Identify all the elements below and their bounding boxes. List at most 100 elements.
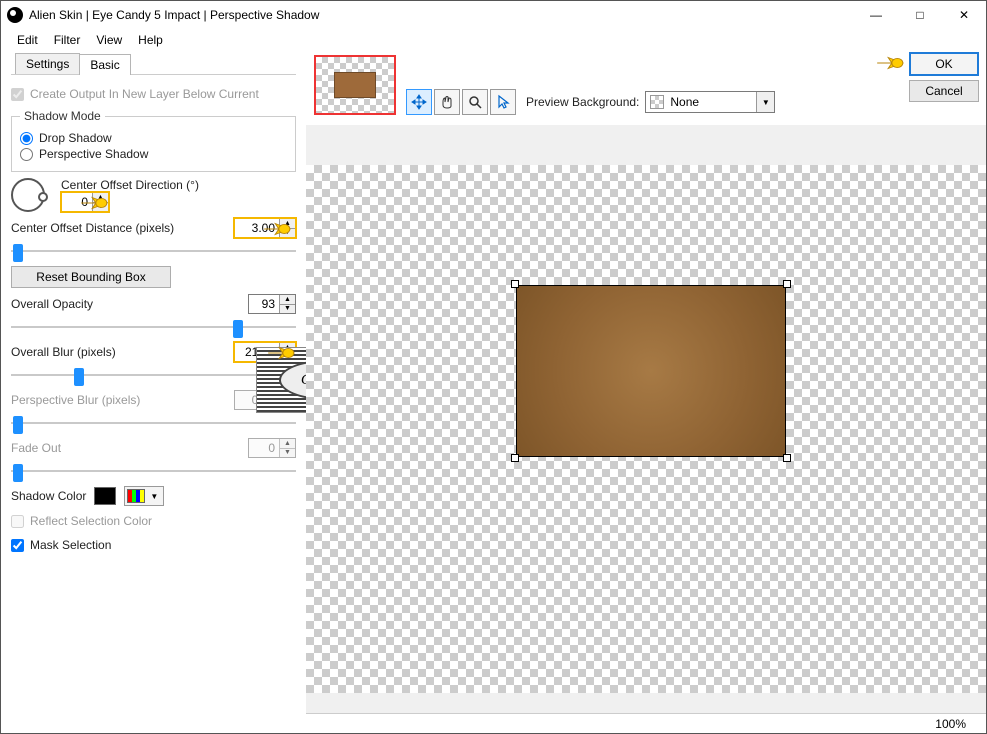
tab-settings[interactable]: Settings	[15, 53, 80, 74]
center-offset-dist-input[interactable]: ▲▼	[234, 218, 296, 238]
overall-opacity-slider[interactable]	[11, 318, 296, 336]
spin-down-icon: ▼	[93, 203, 108, 212]
resize-handle[interactable]	[511, 454, 519, 462]
spin-up-icon: ▲	[93, 193, 108, 203]
tabs: Settings Basic	[11, 51, 296, 75]
perspective-blur-slider	[11, 414, 296, 432]
menu-filter[interactable]: Filter	[46, 31, 89, 49]
spin-up-icon: ▲	[280, 295, 295, 305]
magnifier-icon	[467, 94, 483, 110]
close-button[interactable]: ✕	[942, 1, 986, 29]
overall-opacity-field[interactable]	[249, 295, 279, 313]
shadow-mode-legend: Shadow Mode	[20, 109, 105, 123]
overall-blur-label: Overall Blur (pixels)	[11, 345, 116, 359]
spin-down-icon: ▼	[280, 305, 295, 314]
direction-dial[interactable]	[11, 178, 45, 212]
center-offset-dist-slider[interactable]	[11, 242, 296, 260]
reflect-checkbox	[11, 515, 24, 528]
preview-background-value: None	[668, 95, 756, 109]
row-create-output: Create Output In New Layer Below Current	[11, 87, 296, 101]
drop-shadow-label: Drop Shadow	[39, 131, 112, 145]
preview-background-row: Preview Background: None ▼	[526, 91, 775, 113]
cursor-icon	[495, 94, 511, 110]
menu-view[interactable]: View	[88, 31, 130, 49]
arrows-icon	[411, 94, 427, 110]
overall-opacity-label: Overall Opacity	[11, 297, 93, 311]
mask-checkbox[interactable]	[11, 539, 24, 552]
overall-opacity-block: Overall Opacity ▲▼	[11, 294, 296, 336]
perspective-shadow-label: Perspective Shadow	[39, 147, 148, 161]
create-output-checkbox	[11, 88, 24, 101]
resize-handle[interactable]	[511, 280, 519, 288]
row-reflect-selection: Reflect Selection Color	[11, 514, 296, 528]
row-mask-selection: Mask Selection	[11, 538, 296, 552]
perspective-blur-block: Perspective Blur (pixels) ▲▼	[11, 390, 296, 432]
dialog-buttons: OK Cancel	[909, 52, 979, 102]
center-offset-direction-row: Center Offset Direction (°) ▲▼	[11, 178, 296, 212]
spin-buttons[interactable]: ▲▼	[279, 295, 295, 313]
center-offset-distance-block: Center Offset Distance (pixels) ▲▼	[11, 218, 296, 260]
preview-thumbnail[interactable]	[314, 55, 396, 115]
radio-perspective-shadow[interactable]	[20, 148, 33, 161]
maximize-button[interactable]: □	[898, 1, 942, 29]
chevron-down-icon[interactable]: ▼	[756, 92, 774, 112]
spin-down-icon: ▼	[280, 229, 295, 238]
app-icon	[7, 7, 23, 23]
menu-edit[interactable]: Edit	[9, 31, 46, 49]
fade-out-slider	[11, 462, 296, 480]
resize-handle[interactable]	[783, 280, 791, 288]
palette-icon	[127, 489, 145, 503]
checker-swatch-icon	[650, 95, 664, 109]
preview-background-combo[interactable]: None ▼	[645, 91, 775, 113]
spin-buttons[interactable]: ▲▼	[92, 193, 108, 211]
thumbnail-content	[334, 72, 376, 98]
hand-icon	[439, 94, 455, 110]
spin-down-icon: ▼	[280, 449, 295, 458]
selection-rect[interactable]	[516, 285, 786, 457]
minimize-button[interactable]: ―	[854, 1, 898, 29]
cancel-button[interactable]: Cancel	[909, 80, 979, 102]
ok-button[interactable]: OK	[909, 52, 979, 76]
preview-toolbar: Preview Background: None ▼	[306, 51, 986, 125]
chevron-down-icon: ▼	[147, 492, 161, 501]
preview-background-label: Preview Background:	[526, 95, 639, 109]
canvas[interactable]	[306, 125, 986, 713]
spin-buttons: ▲▼	[279, 439, 295, 457]
reset-bounding-box-button[interactable]: Reset Bounding Box	[11, 266, 171, 288]
zoom-level: 100%	[935, 717, 966, 731]
app-window: Alien Skin | Eye Candy 5 Impact | Perspe…	[0, 0, 987, 734]
settings-panel: Settings Basic Create Output In New Laye…	[1, 51, 306, 733]
radio-drop-shadow[interactable]	[20, 132, 33, 145]
fade-out-block: Fade Out ▲▼	[11, 438, 296, 480]
overall-blur-slider[interactable]	[11, 366, 296, 384]
resize-handle[interactable]	[783, 454, 791, 462]
tab-basic[interactable]: Basic	[79, 54, 130, 75]
create-output-label: Create Output In New Layer Below Current	[30, 87, 259, 101]
zoom-tool-button[interactable]	[462, 89, 488, 115]
shadow-color-swatch[interactable]	[94, 487, 116, 505]
menubar: Edit Filter View Help	[1, 29, 986, 51]
center-offset-dir-input[interactable]: ▲▼	[61, 192, 109, 212]
menu-help[interactable]: Help	[130, 31, 171, 49]
window-title: Alien Skin | Eye Candy 5 Impact | Perspe…	[29, 8, 854, 22]
spin-up-icon: ▲	[280, 219, 295, 229]
fade-out-field	[249, 439, 279, 457]
shadow-mode-group: Shadow Mode Drop Shadow Perspective Shad…	[11, 109, 296, 172]
shadow-color-picker[interactable]: ▼	[124, 486, 164, 506]
tool-buttons	[406, 89, 516, 115]
center-offset-dir-field[interactable]	[62, 193, 92, 211]
spin-buttons[interactable]: ▲▼	[279, 219, 295, 237]
spin-up-icon: ▲	[280, 439, 295, 449]
move-tool-button[interactable]	[406, 89, 432, 115]
shadow-color-row: Shadow Color ▼	[11, 486, 296, 506]
center-offset-dist-field[interactable]	[235, 219, 279, 237]
pointer-tool-button[interactable]	[490, 89, 516, 115]
reflect-label: Reflect Selection Color	[30, 514, 152, 528]
window-buttons: ― □ ✕	[854, 1, 986, 29]
body: Settings Basic Create Output In New Laye…	[1, 51, 986, 733]
center-offset-dir-label: Center Offset Direction (°)	[61, 178, 296, 192]
overall-opacity-input[interactable]: ▲▼	[248, 294, 296, 314]
overall-blur-block: Overall Blur (pixels) ▲▼	[11, 342, 296, 384]
titlebar: Alien Skin | Eye Candy 5 Impact | Perspe…	[1, 1, 986, 29]
hand-tool-button[interactable]	[434, 89, 460, 115]
